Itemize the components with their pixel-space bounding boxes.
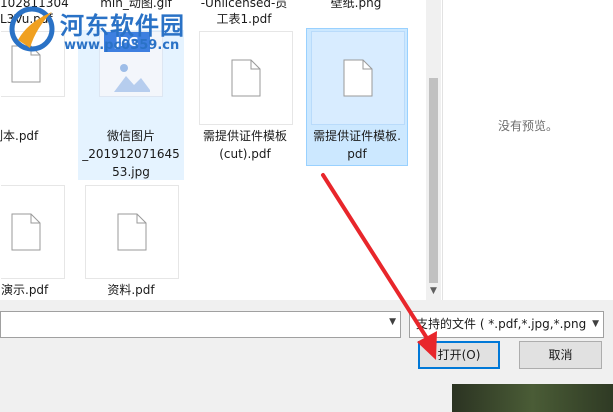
file-name: 副本.pdf (0, 129, 39, 143)
image-icon (114, 58, 150, 92)
file-name: _201912071645 (82, 147, 180, 161)
file-name: 53.jpg (112, 165, 150, 179)
cancel-button[interactable]: 取消 (519, 341, 602, 369)
scroll-down-icon[interactable]: ▼ (429, 286, 438, 296)
file-name-partial: 壁纸.png (330, 0, 382, 10)
file-thumbnail (311, 31, 405, 125)
file-item[interactable]: 资料.pdf (78, 184, 184, 300)
watermark-url: www.pc0359.cn (64, 38, 180, 53)
file-name: 需提供证件模板 (202, 129, 287, 143)
scrollbar-thumb[interactable] (429, 78, 438, 283)
preview-pane: 没有预览。 (442, 0, 613, 300)
file-name: pdf (347, 147, 367, 161)
file-item-selected[interactable]: 需提供证件模板. pdf (306, 28, 408, 166)
file-name: (cut).pdf (219, 147, 271, 161)
chevron-down-icon[interactable]: ▼ (389, 317, 396, 327)
logo-icon (9, 6, 55, 52)
watermark-title: 河东软件园 (60, 11, 185, 40)
no-preview-text: 没有预览。 (497, 119, 558, 133)
open-button[interactable]: 打开(O) (418, 341, 500, 369)
file-name: 微信图片 (106, 129, 155, 143)
chevron-down-icon[interactable]: ▼ (592, 312, 599, 337)
background-window-strip (452, 384, 613, 412)
document-icon (231, 59, 261, 97)
document-icon (117, 213, 147, 251)
file-thumbnail (1, 185, 65, 279)
file-thumbnail (199, 31, 293, 125)
file-type-filter[interactable]: 支持的文件 ( *.pdf,*.jpg,*.png ▼ (409, 311, 604, 338)
file-thumbnail (85, 185, 179, 279)
filename-combobox[interactable]: ▼ (0, 311, 401, 338)
document-icon (343, 59, 373, 97)
file-name: 演示.pdf (1, 283, 49, 297)
file-name: 资料.pdf (107, 283, 155, 297)
document-icon (11, 213, 41, 251)
file-item[interactable]: 演示.pdf (0, 184, 65, 300)
watermark-logo: 河东软件园 www.pc0359.cn (0, 0, 210, 62)
file-name: 需提供证件模板. (313, 129, 401, 143)
file-type-value: 支持的文件 ( *.pdf,*.jpg,*.png (416, 317, 587, 331)
